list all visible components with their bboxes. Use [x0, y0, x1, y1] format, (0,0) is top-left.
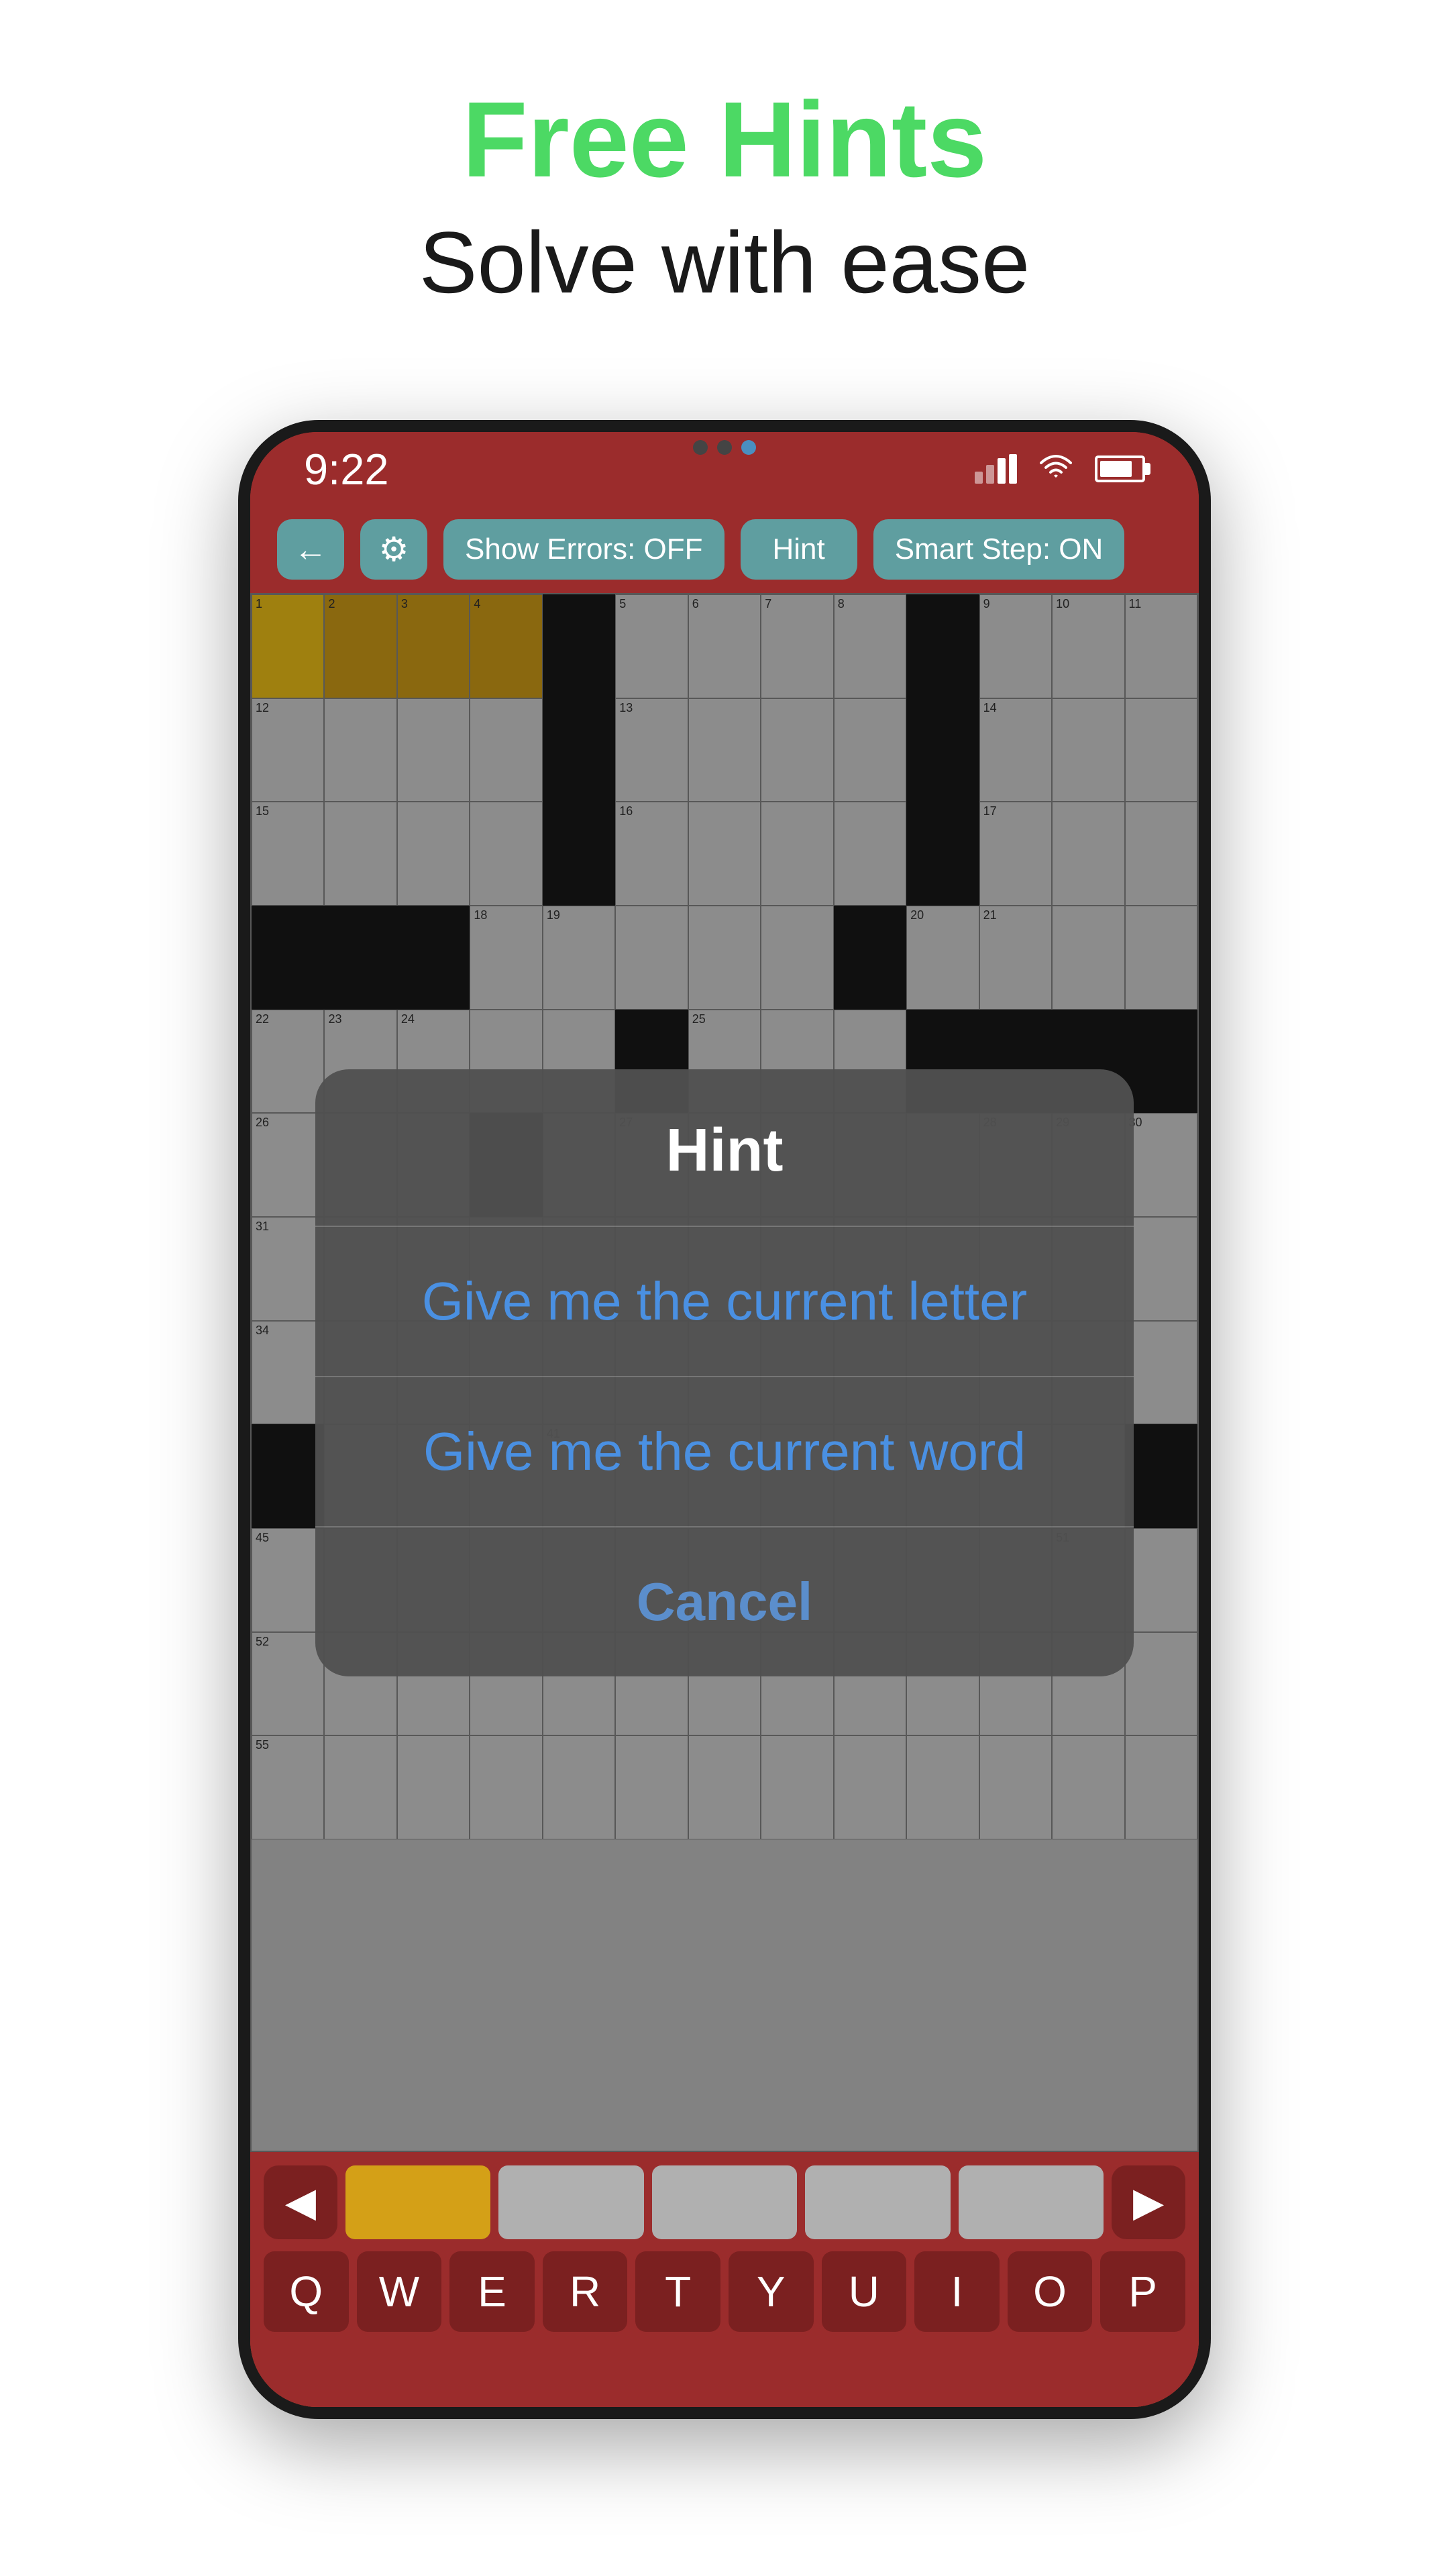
key-P[interactable]: P [1100, 2251, 1185, 2332]
key-O[interactable]: O [1008, 2251, 1093, 2332]
letter-box-4[interactable] [805, 2165, 950, 2239]
letter-box-2[interactable] [498, 2165, 643, 2239]
letter-strip: ◀ ▶ [264, 2165, 1185, 2239]
key-Y[interactable]: Y [729, 2251, 814, 2332]
nav-forward-button[interactable]: ▶ [1112, 2165, 1185, 2239]
key-R[interactable]: R [543, 2251, 628, 2332]
hint-option-word-text: Give me the current word [423, 1421, 1026, 1481]
toolbar: ← ⚙ Show Errors: OFF Hint Smart Step: ON [250, 506, 1199, 593]
bottom-area: ◀ ▶ Q W E R T Y U I O [250, 2152, 1199, 2407]
tablet-frame: 9:22 [238, 420, 1211, 2419]
letter-box-5[interactable] [959, 2165, 1104, 2239]
status-time: 9:22 [304, 444, 389, 494]
nav-back-button[interactable]: ◀ [264, 2165, 337, 2239]
letter-box-active[interactable] [345, 2165, 490, 2239]
hint-button[interactable]: Hint [741, 519, 857, 580]
tablet-screen: 9:22 [250, 432, 1199, 2407]
hint-option-letter[interactable]: Give me the current letter [315, 1227, 1134, 1376]
hint-cancel-text: Cancel [637, 1572, 812, 1631]
hint-cancel-button[interactable]: Cancel [315, 1527, 1134, 1676]
letter-box-3[interactable] [652, 2165, 797, 2239]
header-title: Free Hints [419, 80, 1030, 199]
hint-modal: Hint Give me the current letter Give me … [315, 1069, 1134, 1676]
smart-step-button[interactable]: Smart Step: ON [873, 519, 1125, 580]
key-Q[interactable]: Q [264, 2251, 349, 2332]
modal-overlay: Hint Give me the current letter Give me … [250, 593, 1199, 2152]
settings-button[interactable]: ⚙ [360, 519, 427, 580]
wifi-icon [1036, 451, 1076, 488]
crossword-container: 1 2 3 4 5 6 7 8 9 10 11 12 [250, 593, 1199, 2152]
key-W[interactable]: W [357, 2251, 442, 2332]
page-header: Free Hints Solve with ease [419, 80, 1030, 313]
back-button[interactable]: ← [277, 519, 344, 580]
game-area: 1 2 3 4 5 6 7 8 9 10 11 12 [250, 593, 1199, 2407]
signal-icon [975, 454, 1017, 484]
battery-icon [1095, 455, 1145, 482]
hint-option-letter-text: Give me the current letter [422, 1271, 1028, 1331]
key-I[interactable]: I [914, 2251, 1000, 2332]
key-U[interactable]: U [822, 2251, 907, 2332]
hint-option-word[interactable]: Give me the current word [315, 1377, 1134, 1526]
key-E[interactable]: E [449, 2251, 535, 2332]
show-errors-button[interactable]: Show Errors: OFF [443, 519, 724, 580]
header-subtitle: Solve with ease [419, 212, 1030, 313]
keyboard-row-1: Q W E R T Y U I O P [264, 2251, 1185, 2332]
modal-title: Hint [356, 1116, 1093, 1185]
gear-icon: ⚙ [379, 530, 409, 569]
key-T[interactable]: T [635, 2251, 720, 2332]
